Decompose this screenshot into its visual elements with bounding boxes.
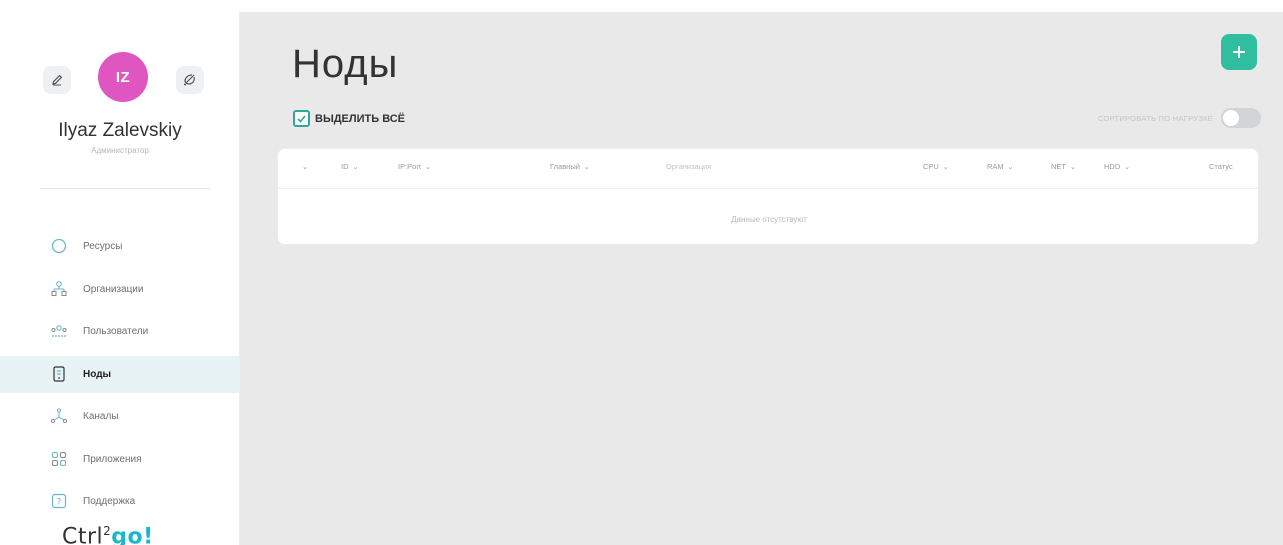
empty-state-text: Данные отсутствуют <box>731 215 807 224</box>
nodes-table: ⌄ ID ⌄ IP:Port ⌄ Главный ⌄ Организация CPU ⌄… <box>277 148 1259 245</box>
avatar[interactable]: IZ <box>98 52 148 102</box>
chevron-down-icon: ⌄ <box>424 164 431 171</box>
column-header-label: HDD <box>1104 162 1121 171</box>
logo-text-go: go! <box>111 524 154 545</box>
chevron-down-icon: ⌄ <box>583 164 590 171</box>
sidebar-item-users[interactable]: Пользователи <box>0 313 240 350</box>
edit-profile-button[interactable] <box>43 66 71 94</box>
column-header-hdd[interactable]: HDD ⌄ <box>1104 162 1130 171</box>
chevron-down-icon: ⌄ <box>1124 164 1131 171</box>
support-icon: ? <box>51 493 67 509</box>
column-header-status[interactable]: Статус <box>1209 162 1233 171</box>
sidebar-item-label: Каналы <box>83 411 119 422</box>
pencil-icon <box>52 74 63 86</box>
column-header-main[interactable]: Главный ⌄ <box>550 162 590 171</box>
sidebar-item-apps[interactable]: Приложения <box>0 441 240 478</box>
bell-icon <box>184 74 195 86</box>
sidebar-item-label: Пользователи <box>83 326 149 337</box>
window-top-strip <box>0 0 1283 12</box>
column-header-label: Главный <box>550 162 580 171</box>
add-node-button[interactable] <box>1221 34 1257 70</box>
sidebar-item-label: Приложения <box>83 453 142 465</box>
sidebar: IZ Ilyaz Zalevskiy Администратор Ресурсы… <box>0 12 240 545</box>
select-all-checkbox[interactable]: ВЫДЕЛИТЬ ВСЁ <box>293 110 405 127</box>
sidebar-nav: Ресурсы Организации Пользователи Ноды Ка… <box>0 228 240 526</box>
user-name: Ilyaz Zalevskiy <box>58 120 182 141</box>
sidebar-item-resources[interactable]: Ресурсы <box>0 228 240 265</box>
nodes-icon <box>53 365 65 382</box>
chevron-down-icon: ⌄ <box>352 164 359 171</box>
sidebar-item-label: Поддержка <box>83 496 136 507</box>
expand-all-chevron-icon[interactable]: ⌄ <box>302 162 308 171</box>
notifications-button[interactable] <box>176 66 204 94</box>
sort-by-load-control: СОРТИРОВАТЬ ПО НАГРУЗКЕ <box>1098 108 1261 128</box>
sidebar-item-label: Ресурсы <box>83 241 123 252</box>
column-header-id[interactable]: ID ⌄ <box>341 162 358 171</box>
sort-by-load-label: СОРТИРОВАТЬ ПО НАГРУЗКЕ <box>1097 113 1213 123</box>
sidebar-item-organizations[interactable]: Организации <box>0 271 240 308</box>
column-header-net[interactable]: NET ⌄ <box>1051 162 1076 171</box>
sidebar-item-nodes[interactable]: Ноды <box>0 355 240 393</box>
app-logo[interactable]: Ctrl2go! <box>62 524 154 545</box>
chevron-down-icon: ⌄ <box>1070 164 1076 171</box>
profile-row: IZ <box>0 52 240 102</box>
resources-icon <box>51 238 67 254</box>
chevron-down-icon: ⌄ <box>1007 164 1014 171</box>
sidebar-item-support[interactable]: ? Поддержка <box>0 483 240 520</box>
checkbox-box[interactable] <box>293 110 310 127</box>
table-header: ⌄ ID ⌄ IP:Port ⌄ Главный ⌄ Организация CPU ⌄… <box>278 149 1258 189</box>
column-header-ram[interactable]: RAM ⌄ <box>987 162 1014 171</box>
sidebar-item-label: Организации <box>83 283 144 295</box>
sort-by-load-toggle[interactable] <box>1221 108 1261 128</box>
apps-icon <box>51 451 67 466</box>
column-header-cpu[interactable]: CPU ⌄ <box>923 162 949 171</box>
column-header-label: NET <box>1051 162 1066 171</box>
column-header-label: ID <box>341 162 349 171</box>
chevron-down-icon: ⌄ <box>942 164 949 171</box>
checkmark-icon <box>297 115 306 123</box>
column-header-label: RAM <box>987 162 1004 171</box>
user-role: Администратор <box>91 146 149 155</box>
sidebar-divider <box>40 188 210 189</box>
column-header-label: CPU <box>923 162 939 171</box>
plus-icon <box>1233 46 1245 58</box>
svg-text:?: ? <box>57 498 62 508</box>
select-all-label: ВЫДЕЛИТЬ ВСЁ <box>315 112 406 125</box>
column-header-label: IP:Port <box>398 162 421 171</box>
organizations-icon <box>51 280 67 296</box>
logo-text-ctrl: Ctrl <box>62 524 104 545</box>
sidebar-item-channels[interactable]: Каналы <box>0 398 240 435</box>
column-header-ip-port[interactable]: IP:Port ⌄ <box>398 162 431 171</box>
channels-icon <box>50 408 68 424</box>
sidebar-item-label: Ноды <box>83 368 112 380</box>
toggle-knob <box>1223 110 1239 126</box>
users-icon <box>51 325 67 337</box>
page-title: Ноды <box>292 42 399 86</box>
column-header-organization: Организация <box>666 162 712 171</box>
